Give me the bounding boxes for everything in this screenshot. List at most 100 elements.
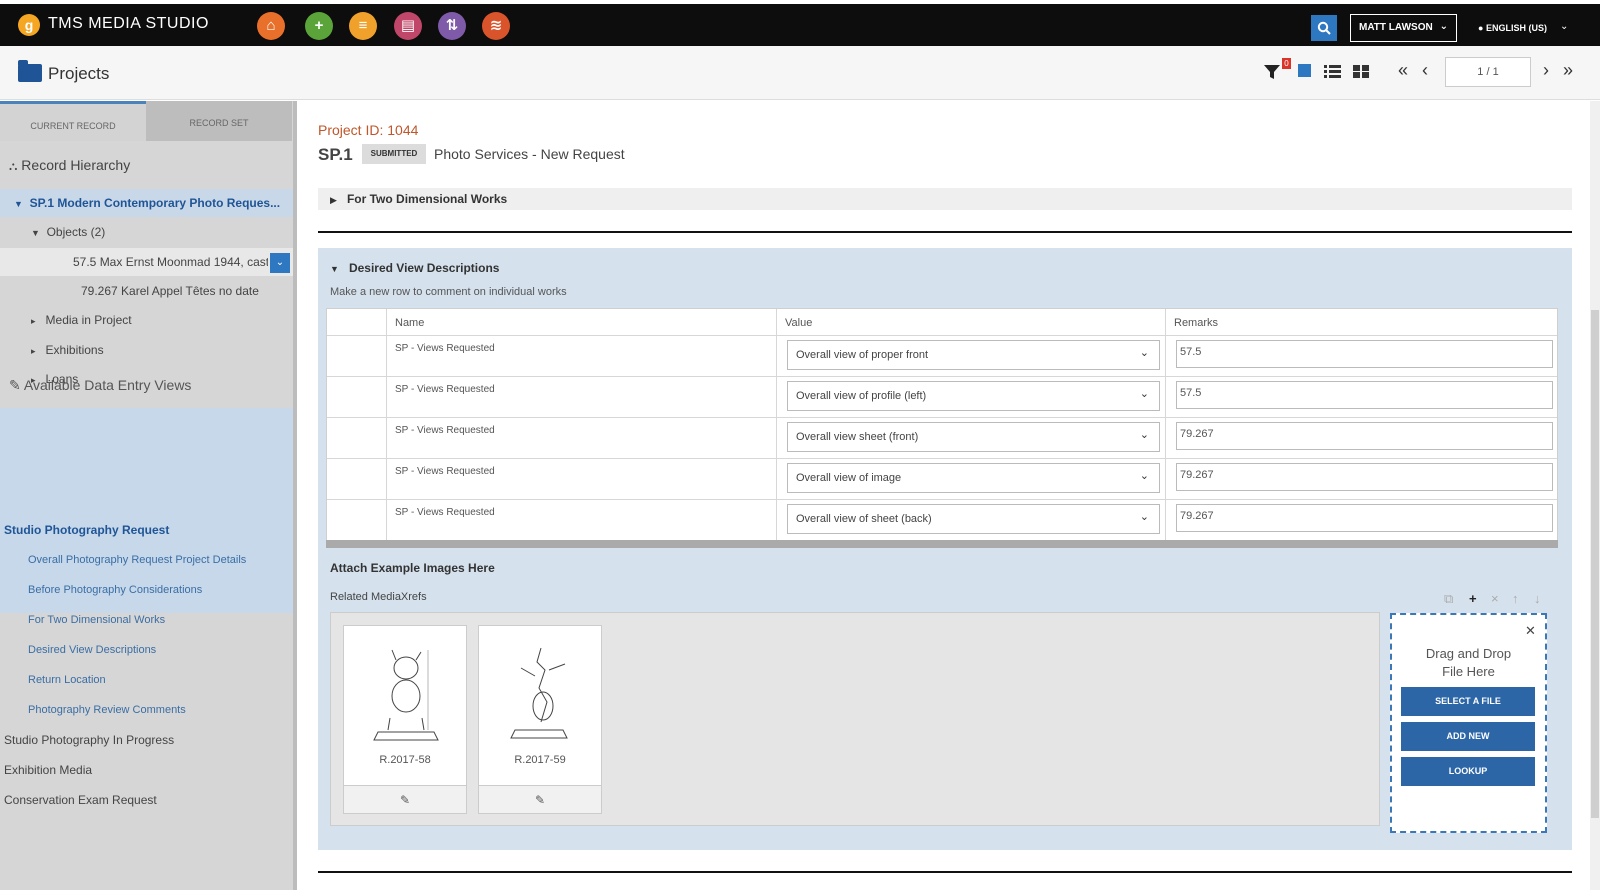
- remarks-input[interactable]: 57.5: [1176, 381, 1553, 409]
- value-select-text: Overall view sheet (front): [796, 431, 919, 443]
- caret-right-icon: ▸: [31, 346, 36, 356]
- value-select[interactable]: Overall view of sheet (back) ⌄: [787, 504, 1160, 534]
- folder-icon: [18, 60, 42, 82]
- section-divider: [318, 871, 1572, 873]
- grid-header-value[interactable]: Value: [777, 309, 1166, 336]
- media-card[interactable]: R.2017-58 ✎: [343, 625, 467, 814]
- main-scrollbar-thumb[interactable]: [1591, 310, 1599, 818]
- sculpture-thumbnail: [510, 647, 568, 739]
- grid-header-row-select: [327, 309, 387, 336]
- sculpture-thumbnail: [373, 649, 439, 741]
- grid-row-handle[interactable]: [327, 336, 387, 377]
- remove-icon[interactable]: ×: [1491, 591, 1499, 606]
- tree-exhibitions-label: Exhibitions: [45, 343, 104, 357]
- media-label: R.2017-58: [379, 754, 431, 766]
- top-bar: g TMS MEDIA STUDIO ⌂ + ≡ ▤ ⇅ ≋ MATT LAWS…: [0, 0, 1600, 46]
- view-section-link[interactable]: Return Location: [28, 674, 106, 686]
- pager-input[interactable]: 1 / 1: [1445, 57, 1531, 87]
- value-select[interactable]: Overall view of proper front ⌄: [787, 340, 1160, 370]
- copy-icon[interactable]: ⧉: [1444, 591, 1453, 607]
- edit-media-button[interactable]: ✎: [479, 785, 601, 813]
- hierarchy-icon: ⛬: [9, 159, 18, 173]
- tree-objects[interactable]: ▼ Objects (2): [31, 225, 105, 239]
- user-menu[interactable]: MATT LAWSON ⌄: [1350, 14, 1457, 42]
- media-label: R.2017-59: [514, 754, 566, 766]
- search-button[interactable]: [1311, 15, 1337, 41]
- lookup-button[interactable]: LOOKUP: [1401, 757, 1535, 786]
- view-section-link[interactable]: Before Photography Considerations: [28, 584, 202, 596]
- add-icon[interactable]: +: [1469, 591, 1477, 606]
- remarks-input[interactable]: 79.267: [1176, 422, 1553, 450]
- app-title: TMS MEDIA STUDIO: [48, 15, 209, 32]
- row-name: SP - Views Requested: [395, 343, 495, 354]
- tree-object-1[interactable]: 57.5 Max Ernst Moonmad 1944, cast: [73, 255, 268, 269]
- grid-row-handle[interactable]: [327, 418, 387, 459]
- available-views-label: Available Data Entry Views: [23, 377, 192, 393]
- remarks-input[interactable]: 57.5: [1176, 340, 1553, 368]
- view-section-link[interactable]: For Two Dimensional Works: [28, 614, 165, 626]
- edit-media-button[interactable]: ✎: [344, 785, 466, 813]
- select-file-button[interactable]: SELECT A FILE: [1401, 687, 1535, 716]
- last-page-icon[interactable]: »: [1563, 60, 1573, 81]
- tab-current-record[interactable]: CURRENT RECORD: [0, 101, 146, 141]
- caret-right-icon: ▶: [330, 195, 337, 205]
- row-name: SP - Views Requested: [395, 466, 495, 477]
- object-menu-button[interactable]: ⌄: [270, 253, 290, 273]
- chevron-down-icon: ⌄: [1139, 347, 1149, 359]
- project-name: Photo Services - New Request: [434, 146, 625, 162]
- view-conservation-exam-request[interactable]: Conservation Exam Request: [4, 793, 157, 807]
- tree-root[interactable]: ▼ SP.1 Modern Contemporary Photo Reques.…: [14, 196, 280, 210]
- view-section-link[interactable]: Photography Review Comments: [28, 704, 186, 716]
- view-section-link[interactable]: Overall Photography Request Project Deta…: [28, 554, 246, 566]
- view-section-link[interactable]: Desired View Descriptions: [28, 644, 156, 656]
- tree-root-label: SP.1 Modern Contemporary Photo Reques...: [29, 196, 281, 210]
- edit-icon: ✎: [534, 793, 546, 807]
- grid-view-icon[interactable]: [1353, 63, 1369, 84]
- grid-header-name[interactable]: Name: [387, 309, 777, 336]
- search-icon: [1317, 21, 1331, 35]
- tree-object-2[interactable]: 79.267 Karel Appel Têtes no date: [81, 284, 259, 298]
- grid-scrollbar[interactable]: [326, 540, 1558, 548]
- view-studio-photography-request[interactable]: Studio Photography Request: [4, 523, 169, 537]
- transfer-icon[interactable]: ⇅: [438, 12, 466, 40]
- media-icon[interactable]: ▤: [394, 12, 422, 40]
- tree-media[interactable]: ▸ Media in Project: [31, 313, 132, 327]
- layers-icon[interactable]: ≋: [482, 12, 510, 40]
- first-page-icon[interactable]: «: [1398, 60, 1408, 81]
- next-page-icon[interactable]: ›: [1543, 60, 1549, 81]
- grid-row-handle[interactable]: [327, 500, 387, 541]
- value-select-text: Overall view of profile (left): [796, 390, 927, 402]
- value-select[interactable]: Overall view of image ⌄: [787, 463, 1160, 493]
- document-icon[interactable]: ≡: [349, 12, 377, 40]
- remarks-input[interactable]: 79.267: [1176, 504, 1553, 532]
- add-icon[interactable]: +: [305, 12, 333, 40]
- section-desired-views-header[interactable]: ▼ Desired View Descriptions: [330, 261, 499, 275]
- tree-media-label: Media in Project: [45, 313, 132, 327]
- single-view-icon[interactable]: [1298, 64, 1311, 77]
- grid-row-handle[interactable]: [327, 377, 387, 418]
- section-divider: [318, 231, 1572, 233]
- close-icon[interactable]: ✕: [1525, 623, 1536, 639]
- filter-icon[interactable]: [1263, 63, 1281, 86]
- value-select[interactable]: Overall view sheet (front) ⌄: [787, 422, 1160, 452]
- remarks-input[interactable]: 79.267: [1176, 463, 1553, 491]
- tab-record-set[interactable]: RECORD SET: [146, 101, 292, 141]
- move-down-icon[interactable]: ↓: [1534, 591, 1541, 606]
- grid-header-remarks[interactable]: Remarks: [1166, 309, 1557, 336]
- grid-row-handle[interactable]: [327, 459, 387, 500]
- move-up-icon[interactable]: ↑: [1512, 591, 1519, 606]
- value-select[interactable]: Overall view of profile (left) ⌄: [787, 381, 1160, 411]
- add-new-button[interactable]: ADD NEW: [1401, 722, 1535, 751]
- view-exhibition-media[interactable]: Exhibition Media: [4, 763, 92, 777]
- home-icon[interactable]: ⌂: [257, 12, 285, 40]
- chevron-down-icon: ⌄: [1439, 21, 1448, 32]
- media-card[interactable]: R.2017-59 ✎: [478, 625, 602, 814]
- section-two-dimensional-header[interactable]: ▶ For Two Dimensional Works: [330, 192, 507, 206]
- list-view-icon[interactable]: [1324, 63, 1341, 84]
- view-studio-photography-in-progress[interactable]: Studio Photography In Progress: [4, 733, 174, 747]
- prev-page-icon[interactable]: ‹: [1422, 60, 1428, 81]
- tree-exhibitions[interactable]: ▸ Exhibitions: [31, 343, 104, 357]
- related-mediaxrefs-title: Related MediaXrefs: [330, 591, 427, 603]
- language-select[interactable]: ● ENGLISH (US): [1478, 23, 1547, 33]
- views-list: [0, 408, 293, 613]
